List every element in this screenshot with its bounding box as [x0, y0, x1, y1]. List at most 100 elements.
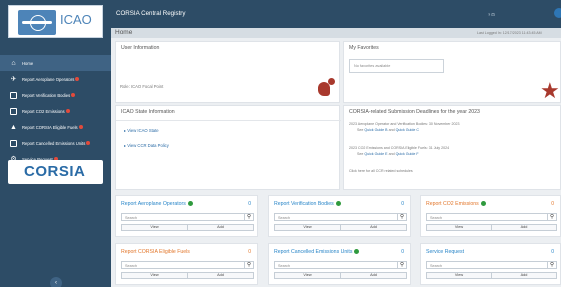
panel-title: User Information — [121, 45, 160, 51]
divider — [116, 120, 341, 121]
view-button[interactable]: View — [426, 272, 492, 279]
add-button[interactable]: Add — [188, 224, 254, 231]
card-report-co2-emissions: Report CO2 Emissions 0 Search ⚲ View Add — [420, 195, 561, 237]
un-emblem-icon — [18, 10, 56, 35]
card-report-corsia-eligible-fuels: Report CORSIA Eligible Fuels 0 Search ⚲ … — [115, 243, 258, 285]
add-button[interactable]: Add — [341, 272, 407, 279]
view-data-policy-link[interactable]: ▸ View CCR Data Policy — [124, 143, 169, 148]
fuel-icon: ▲ — [10, 123, 17, 131]
card-title-text: Report CO2 Emissions — [426, 201, 479, 207]
app-title[interactable]: CORSIA Central Registry — [116, 10, 185, 17]
card-title[interactable]: Report CO2 Emissions — [426, 201, 486, 207]
deadline-item-2-guides: See Quick Guide E and Quick Guide F — [357, 152, 419, 156]
search-input[interactable]: Search ⚲ — [426, 261, 557, 269]
sidebar-item-report-corsia-eligible-fuels[interactable]: ▲ Report CORSIA Eligible Fuels — [0, 119, 111, 135]
card-report-cancelled-emissions-units: Report Cancelled Emissions Units 0 Searc… — [268, 243, 411, 285]
search-placeholder: Search — [430, 215, 443, 220]
status-dot — [335, 201, 341, 207]
quick-guide-e-link[interactable]: Quick Guide E — [364, 152, 387, 156]
card-title-text: Service Request — [426, 249, 465, 255]
add-button[interactable]: Add — [341, 224, 407, 231]
search-input[interactable]: Search ⚲ — [274, 213, 407, 221]
icao-logo[interactable]: ICAO — [8, 5, 103, 38]
search-input[interactable]: Search ⚲ — [121, 213, 254, 221]
sidebar-item-report-cancelled-emissions-units[interactable]: Report Cancelled Emissions Units — [0, 135, 111, 151]
search-input[interactable]: Search ⚲ — [274, 261, 407, 269]
sidebar-item-label: Report Aeroplane Operators — [22, 76, 75, 82]
icao-logo-text: ICAO — [60, 12, 92, 27]
panel-title: My Favorites — [349, 45, 379, 51]
view-button[interactable]: View — [121, 224, 188, 231]
panel-title: ICAO State Information — [121, 109, 175, 115]
chevron-left-icon[interactable]: ‹ — [50, 277, 62, 287]
search-icon[interactable]: ⚲ — [397, 213, 406, 221]
state-information-panel: ICAO State Information ▸ View ICAO State… — [115, 105, 341, 190]
and-text: and — [388, 128, 395, 132]
card-count: 0 — [551, 201, 554, 207]
view-button[interactable]: View — [274, 272, 341, 279]
top-bar-icons[interactable]: ? ⊡ — [488, 12, 495, 17]
search-icon[interactable]: ⚲ — [397, 261, 406, 269]
view-button[interactable]: View — [121, 272, 188, 279]
favorites-list[interactable]: No favorites available — [349, 59, 444, 73]
card-actions: View Add — [121, 272, 254, 279]
sidebar-item-report-aeroplane-operators[interactable]: ✈ Report Aeroplane Operators — [0, 71, 111, 87]
search-icon[interactable]: ⚲ — [547, 261, 556, 269]
search-icon[interactable]: ⚲ — [244, 213, 253, 221]
my-favorites-panel: My Favorites No favorites available ★ — [343, 41, 561, 103]
view-button[interactable]: View — [426, 224, 492, 231]
submission-deadlines-panel: CORSIA-related Submission Deadlines for … — [343, 105, 561, 190]
card-count: 0 — [401, 249, 404, 255]
deadline-item-1-guides: See Quick Guide B and Quick Guide C — [357, 128, 419, 132]
view-button[interactable]: View — [274, 224, 341, 231]
plane-icon: ✈ — [10, 75, 17, 83]
quick-guide-c-link[interactable]: Quick Guide C — [396, 128, 419, 132]
search-icon[interactable]: ⚲ — [244, 261, 253, 269]
user-role: Role: ICAO Focal Point — [120, 84, 164, 89]
user-illustration-head — [328, 78, 335, 85]
card-title-text: Report Verification Bodies — [274, 201, 334, 207]
and-text: and — [388, 152, 395, 156]
card-title[interactable]: Report Cancelled Emissions Units — [274, 249, 360, 255]
card-title[interactable]: Report CORSIA Eligible Fuels — [121, 249, 190, 255]
quick-guide-f-link[interactable]: Quick Guide F — [396, 152, 419, 156]
status-dot — [354, 249, 360, 255]
card-title-text: Report CORSIA Eligible Fuels — [121, 249, 190, 255]
sidebar-item-home[interactable]: ⌂ Home — [0, 55, 111, 71]
sidebar-item-label: Home — [22, 60, 34, 66]
sidebar-nav: ⌂ Home ✈ Report Aeroplane Operators Repo… — [0, 55, 111, 167]
card-actions: View Add — [274, 272, 407, 279]
user-avatar[interactable] — [554, 8, 561, 18]
status-dot — [480, 201, 486, 207]
favorites-empty-text: No favorites available — [354, 64, 391, 68]
deadline-item-2: 2023 CO2 Emissions and CORSIA Eligible F… — [349, 146, 450, 150]
card-title[interactable]: Service Request — [426, 249, 464, 255]
alert-badge — [65, 109, 70, 113]
add-button[interactable]: Add — [188, 272, 254, 279]
all-schedules-link[interactable]: Click here for all CCR related schedules — [349, 169, 413, 173]
quick-guide-b-link[interactable]: Quick Guide B — [364, 128, 387, 132]
deadline-item-1: 2023 Aeroplane Operator and Verification… — [349, 122, 460, 126]
sidebar-item-report-verification-bodies[interactable]: Report Verification Bodies — [0, 87, 111, 103]
top-bar: CORSIA Central Registry ? ⊡ — [111, 0, 561, 28]
page-header: Home Last Logged In: 12/17/2023 11:43:45… — [111, 28, 561, 38]
sidebar: ICAO ⌂ Home ✈ Report Aeroplane Operators… — [0, 0, 111, 287]
card-title[interactable]: Report Verification Bodies — [274, 201, 341, 207]
search-placeholder: Search — [125, 215, 138, 220]
view-icao-state-link[interactable]: ▸ View ICAO State — [124, 128, 159, 133]
alert-badge — [75, 77, 80, 81]
search-input[interactable]: Search ⚲ — [426, 213, 557, 221]
alert-badge — [71, 93, 76, 97]
corsia-logo: CORSIA — [8, 160, 103, 184]
add-button[interactable]: Add — [492, 224, 557, 231]
see-text: See — [357, 152, 364, 156]
card-title[interactable]: Report Aeroplane Operators — [121, 201, 193, 207]
search-icon[interactable]: ⚲ — [547, 213, 556, 221]
search-placeholder: Search — [278, 263, 291, 268]
add-button[interactable]: Add — [492, 272, 557, 279]
app-title-text: CORSIA Central Registry — [116, 10, 186, 17]
sidebar-item-report-co2-emissions[interactable]: Report CO2 Emissions — [0, 103, 111, 119]
star-icon: ★ — [540, 78, 560, 103]
search-input[interactable]: Search ⚲ — [121, 261, 254, 269]
panel-title: CORSIA-related Submission Deadlines for … — [349, 109, 480, 115]
